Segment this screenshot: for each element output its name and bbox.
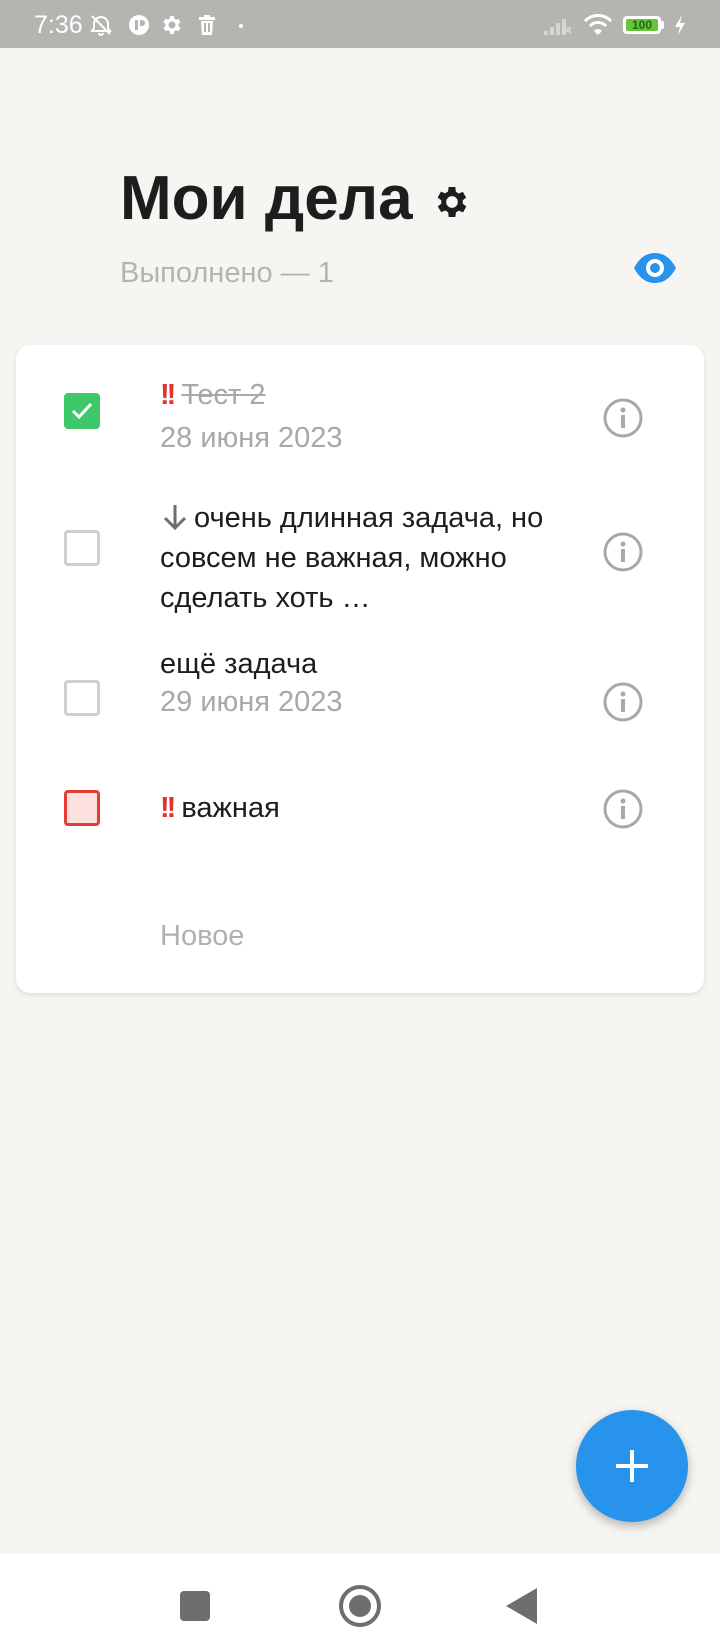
- high-priority-icon: !!: [160, 379, 176, 411]
- check-icon: [71, 402, 93, 420]
- battery-icon: 100: [623, 16, 665, 34]
- signal-icon: [544, 19, 572, 35]
- charging-icon: [675, 15, 685, 35]
- task-date: 28 июня 2023: [160, 422, 343, 454]
- gear-icon: [163, 16, 181, 34]
- info-icon[interactable]: [602, 788, 644, 830]
- task-date: 29 июня 2023: [160, 686, 343, 718]
- back-triangle-icon[interactable]: [500, 1584, 544, 1628]
- task-checkbox-important[interactable]: [64, 790, 100, 826]
- task-row[interactable]: !! важная: [16, 740, 704, 850]
- info-icon[interactable]: [602, 531, 644, 573]
- task-title: ещё задача: [160, 644, 560, 684]
- low-priority-arrow-icon: [163, 505, 187, 531]
- settings-gear-icon[interactable]: [432, 182, 472, 222]
- home-circle-icon[interactable]: [338, 1584, 382, 1628]
- task-title: !! важная: [160, 788, 560, 828]
- task-label: Тест 2: [181, 379, 266, 411]
- task-label: важная: [181, 792, 280, 824]
- add-task-button[interactable]: [576, 1410, 688, 1522]
- task-title: очень длинная задача, но совсем не важна…: [160, 498, 560, 618]
- task-label: очень длинная задача, но совсем не важна…: [160, 502, 544, 614]
- recents-square-icon[interactable]: [173, 1584, 217, 1628]
- visibility-eye-icon[interactable]: [632, 250, 678, 286]
- task-list-card: !! Тест 2 28 июня 2023 очень длинная зада…: [16, 345, 704, 993]
- status-bar: 7:36 100: [0, 0, 720, 48]
- task-checkbox-checked[interactable]: [64, 393, 100, 429]
- wifi-icon: [583, 14, 613, 35]
- task-row[interactable]: ещё задача 29 июня 2023: [16, 630, 704, 740]
- task-row[interactable]: !! Тест 2 28 июня 2023: [16, 345, 704, 475]
- status-time: 7:36: [34, 11, 83, 39]
- task-title: !! Тест 2: [160, 375, 560, 415]
- alarm-off-icon: [90, 15, 112, 36]
- trash-icon: [199, 15, 215, 35]
- app-notification-icon: [129, 15, 149, 35]
- page-title: Мои дела: [120, 164, 413, 233]
- task-label: ещё задача: [160, 648, 318, 680]
- task-checkbox[interactable]: [64, 530, 100, 566]
- system-nav-bar: [0, 1554, 720, 1650]
- completed-count: Выполнено — 1: [120, 257, 334, 289]
- new-task-input[interactable]: Новое: [160, 919, 244, 953]
- info-icon[interactable]: [602, 397, 644, 439]
- task-row[interactable]: очень длинная задача, но совсем не важна…: [16, 475, 704, 630]
- plus-icon: [616, 1450, 648, 1482]
- high-priority-icon: !!: [160, 792, 176, 824]
- battery-level: 100: [631, 18, 653, 32]
- task-checkbox[interactable]: [64, 680, 100, 716]
- notification-dot: [239, 24, 243, 28]
- info-icon[interactable]: [602, 681, 644, 723]
